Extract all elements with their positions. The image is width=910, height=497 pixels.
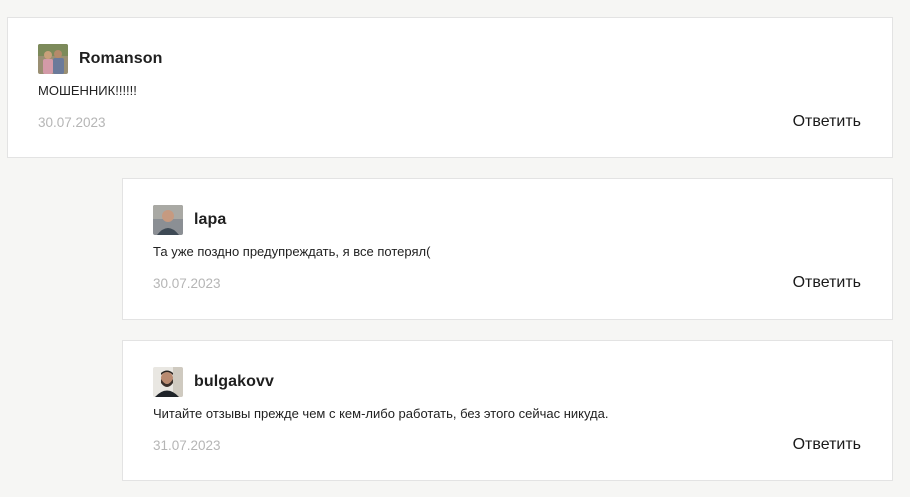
comment-text: МОШЕННИК!!!!!! (38, 83, 137, 98)
comment-date: 30.07.2023 (153, 276, 221, 291)
avatar (153, 205, 183, 235)
comment-header: bulgakovv (153, 367, 274, 397)
comment-header: Romanson (38, 44, 162, 74)
avatar-photo-icon (153, 367, 183, 397)
avatar-photo-icon (38, 44, 68, 74)
comment-header: lapa (153, 205, 226, 235)
comment-date: 31.07.2023 (153, 438, 221, 453)
comment-text: Читайте отзывы прежде чем с кем-либо раб… (153, 406, 609, 421)
comment-text: Та уже поздно предупреждать, я все потер… (153, 244, 431, 259)
comment-username: Romanson (79, 50, 163, 67)
comment-card: lapa Та уже поздно предупреждать, я все … (122, 178, 893, 320)
avatar (153, 367, 183, 397)
comment-username: bulgakovv (194, 373, 275, 390)
avatar-photo-icon (153, 205, 183, 235)
reply-button[interactable]: Ответить (793, 113, 861, 131)
comment-date: 30.07.2023 (38, 115, 106, 130)
reply-button[interactable]: Ответить (793, 274, 861, 292)
comment-card: Romanson МОШЕННИК!!!!!! 30.07.2023 Ответ… (7, 17, 893, 158)
avatar (38, 44, 68, 74)
comment-card: bulgakovv Читайте отзывы прежде чем с ке… (122, 340, 893, 481)
reply-button[interactable]: Ответить (793, 436, 861, 454)
comment-username: lapa (194, 211, 227, 228)
